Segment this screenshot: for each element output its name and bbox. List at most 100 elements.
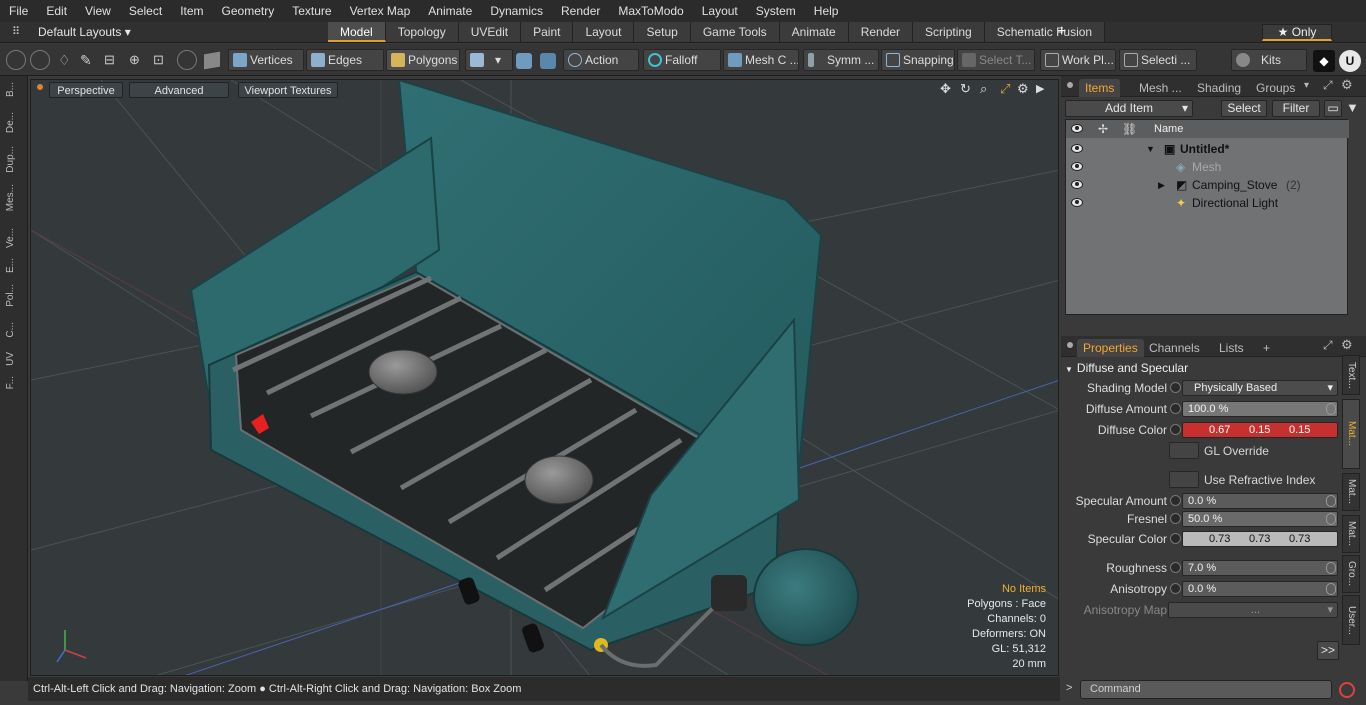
roughness-field[interactable]: 7.0 %: [1182, 560, 1338, 576]
tab-shading[interactable]: Shading: [1191, 79, 1247, 97]
viewport-settings-icon[interactable]: ⚙: [1017, 81, 1029, 97]
modo-logo-icon[interactable]: ◆: [1313, 50, 1335, 72]
scene-render[interactable]: [31, 80, 1059, 676]
visibility-eye-icon[interactable]: [1071, 144, 1083, 153]
viewport-menu-arrow-icon[interactable]: ▶: [1036, 82, 1044, 95]
item-row-camping-stove[interactable]: ▶ ◩ Camping_Stove (2): [1066, 176, 1349, 194]
viewport-dot-icon[interactable]: [37, 84, 43, 90]
menu-animate[interactable]: Animate: [419, 0, 481, 22]
brush-icon[interactable]: ✎: [80, 52, 92, 69]
expand-icon[interactable]: ⤢: [1323, 338, 1333, 353]
specular-color-dot-icon[interactable]: [1170, 533, 1181, 544]
collapse-button[interactable]: ▭: [1324, 100, 1342, 117]
tab-groups[interactable]: Groups: [1250, 79, 1301, 97]
lasso-icon[interactable]: ♢: [58, 52, 71, 69]
mesh-constraints-button[interactable]: Mesh C ...: [723, 49, 799, 71]
expand-triangle-icon[interactable]: ▼: [1146, 140, 1155, 158]
panel-dot-icon[interactable]: [1067, 82, 1073, 88]
tab-schematic-fusion[interactable]: Schematic Fusion: [984, 22, 1106, 42]
menu-help[interactable]: Help: [805, 0, 848, 22]
default-layouts-dropdown[interactable]: Default Layouts ▾: [38, 22, 131, 42]
tab-lists[interactable]: Lists: [1213, 339, 1250, 357]
3d-viewport[interactable]: Perspective Advanced Viewport Textures ✥…: [30, 79, 1059, 676]
filter-funnel-icon[interactable]: ▼: [1346, 100, 1359, 115]
fit-view-icon[interactable]: ⤢: [1000, 81, 1010, 97]
left-strip-tab[interactable]: Pol...: [4, 284, 18, 307]
left-strip-tab[interactable]: Dup...: [4, 146, 18, 173]
visibility-eye-icon[interactable]: [1071, 198, 1083, 207]
panel-dot-icon[interactable]: [1067, 342, 1073, 348]
menu-system[interactable]: System: [747, 0, 805, 22]
frame-icon[interactable]: ⊡: [153, 52, 164, 68]
visibility-eye-icon[interactable]: [1071, 162, 1083, 171]
action-center-button[interactable]: Action: [563, 49, 639, 71]
name-column-header[interactable]: Name: [1154, 120, 1183, 138]
spinner-icon[interactable]: [1326, 513, 1336, 525]
globe-icon[interactable]: [30, 50, 50, 70]
menu-geometry[interactable]: Geometry: [213, 0, 284, 22]
item-row-mesh[interactable]: ◈ Mesh: [1066, 158, 1349, 176]
tab-channels[interactable]: Channels: [1143, 339, 1206, 357]
diffuse-specular-section[interactable]: ▼ Diffuse and Specular: [1065, 360, 1341, 377]
grip-icon[interactable]: ⠿: [12, 25, 20, 38]
menu-vertex-map[interactable]: Vertex Map: [341, 0, 420, 22]
fresnel-dot-icon[interactable]: [1170, 513, 1181, 524]
gl-override-checkbox[interactable]: [1169, 442, 1199, 459]
expand-icon[interactable]: ⤢: [1323, 78, 1333, 93]
left-strip-tab[interactable]: C...: [4, 322, 18, 338]
side-tab[interactable]: Gro...: [1342, 555, 1360, 593]
specular-color-field[interactable]: 0.73 0.73 0.73: [1182, 531, 1338, 547]
symmetry-button[interactable]: Symm ...: [803, 49, 879, 71]
left-strip-tab[interactable]: F...: [4, 376, 18, 389]
spinner-icon[interactable]: [1326, 583, 1336, 595]
diffuse-color-dot-icon[interactable]: [1170, 424, 1181, 435]
diffuse-color-field[interactable]: 0.67 0.15 0.15: [1182, 422, 1338, 438]
zoom-view-icon[interactable]: ⌕: [980, 81, 987, 97]
rotate-view-icon[interactable]: ↻: [960, 81, 971, 97]
viewport-textures-button[interactable]: Viewport Textures: [238, 82, 338, 98]
anisotropy-field[interactable]: 0.0 %: [1182, 581, 1338, 597]
tab-paint[interactable]: Paint: [521, 22, 574, 42]
left-strip-tab[interactable]: UV: [4, 352, 18, 366]
more-button[interactable]: >>: [1317, 641, 1339, 660]
edges-button[interactable]: Edges: [306, 49, 384, 71]
anisotropy-dot-icon[interactable]: [1170, 583, 1181, 594]
menu-layout[interactable]: Layout: [693, 0, 747, 22]
item-mode-dropdown[interactable]: ▾: [465, 49, 513, 71]
falloff-button[interactable]: Falloff: [643, 49, 721, 71]
specular-amount-field[interactable]: 0.0 %: [1182, 493, 1338, 509]
horizontal-scrollbar[interactable]: [1065, 317, 1348, 327]
unreal-logo-icon[interactable]: U: [1339, 50, 1361, 72]
tabs-chevron-icon[interactable]: ▾: [1304, 80, 1309, 91]
select-through-button[interactable]: Select T...: [957, 49, 1035, 71]
diffuse-amount-field[interactable]: 100.0 %: [1182, 401, 1338, 417]
spinner-icon[interactable]: [1326, 562, 1336, 574]
center-icon[interactable]: ⊕: [129, 52, 140, 68]
shading-model-dot-icon[interactable]: [1170, 382, 1181, 393]
polygons-button[interactable]: Polygons: [386, 49, 460, 71]
roughness-dot-icon[interactable]: [1170, 562, 1181, 573]
tab-model[interactable]: Model: [328, 22, 386, 42]
menu-edit[interactable]: Edit: [37, 0, 76, 22]
tab-items[interactable]: Items: [1079, 79, 1121, 97]
diffuse-amount-dot-icon[interactable]: [1170, 403, 1181, 414]
command-input[interactable]: Command: [1080, 680, 1332, 699]
add-panel-tab[interactable]: +: [1257, 339, 1276, 357]
collapsed-triangle-icon[interactable]: ▶: [1158, 176, 1165, 194]
menu-view[interactable]: View: [76, 0, 120, 22]
shield-alt-icon[interactable]: [540, 53, 556, 69]
move-view-icon[interactable]: ✥: [940, 81, 951, 97]
add-item-button[interactable]: Add Item ▾: [1065, 100, 1193, 117]
side-tab[interactable]: Text...: [1342, 355, 1360, 395]
side-tab[interactable]: Mat...: [1342, 515, 1360, 553]
selection-sets-button[interactable]: Selecti ...: [1119, 49, 1197, 71]
tab-uvedit[interactable]: UVEdit: [458, 22, 522, 42]
panel-gear-icon[interactable]: ⚙: [1341, 77, 1353, 93]
left-strip-tab[interactable]: Ve...: [4, 228, 18, 248]
tab-render[interactable]: Render: [848, 22, 914, 42]
only-toggle-button[interactable]: ★ Only: [1262, 24, 1332, 41]
specular-amount-dot-icon[interactable]: [1170, 495, 1181, 506]
align-icon[interactable]: ⊟: [104, 52, 115, 68]
filter-button[interactable]: Filter: [1272, 100, 1320, 117]
spinner-icon[interactable]: [1326, 495, 1336, 507]
